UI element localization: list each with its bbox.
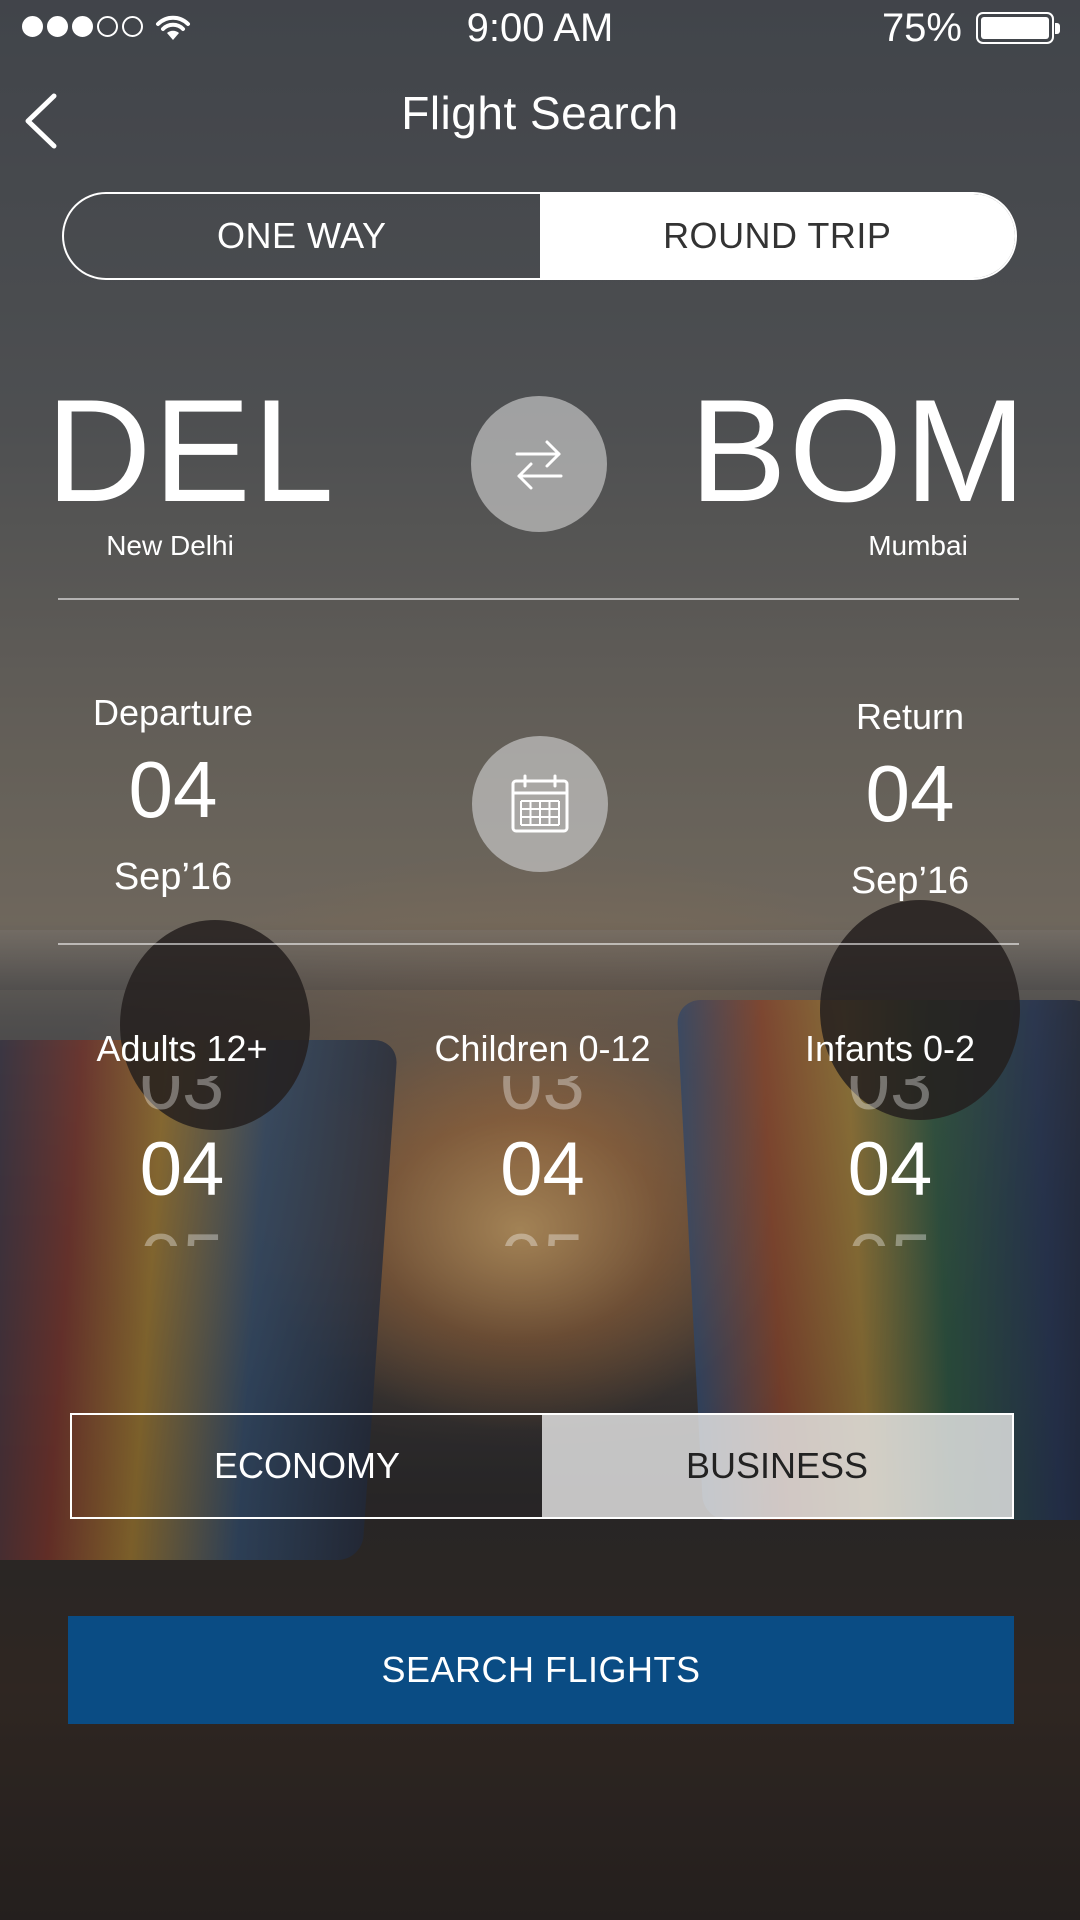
origin-airport-code[interactable]: DEL <box>46 378 336 524</box>
dates-divider <box>58 943 1019 945</box>
children-next-value: 05 <box>420 1224 665 1247</box>
battery-icon <box>976 12 1060 44</box>
route-divider <box>58 598 1019 600</box>
return-month: Sep’16 <box>850 860 970 902</box>
adults-value: 04 <box>139 1127 225 1212</box>
calendar-icon <box>511 774 569 833</box>
infants-value: 04 <box>847 1127 933 1212</box>
adults-label: Adults 12+ <box>96 1028 268 1069</box>
adults-picker[interactable]: 03 04 05 <box>72 1076 292 1246</box>
round-trip-option[interactable]: ROUND TRIP <box>539 194 1015 278</box>
departure-date[interactable]: Departure 04 Sep’16 <box>66 692 280 899</box>
search-flights-button[interactable]: SEARCH FLIGHTS <box>68 1616 1014 1724</box>
economy-option[interactable]: ECONOMY <box>72 1415 542 1517</box>
destination-airport-code[interactable]: BOM <box>689 378 1028 524</box>
return-label: Return <box>855 696 965 737</box>
one-way-option[interactable]: ONE WAY <box>64 194 540 278</box>
children-label: Children 0-12 <box>434 1028 651 1069</box>
children-prev-value: 03 <box>500 1076 585 1126</box>
origin-city: New Delhi <box>106 530 234 561</box>
page-title: Flight Search <box>401 87 679 139</box>
infants-prev-value: 03 <box>847 1076 933 1126</box>
adults-next-value: 05 <box>72 1224 292 1247</box>
destination-city: Mumbai <box>868 530 968 561</box>
cabin-class-toggle: ECONOMY BUSINESS <box>70 1413 1014 1519</box>
children-picker[interactable]: 03 04 05 <box>420 1076 665 1246</box>
return-day: 04 <box>865 749 955 838</box>
swap-airports-button[interactable] <box>471 396 607 532</box>
battery-percentage: 75% <box>881 6 962 50</box>
business-option[interactable]: BUSINESS <box>542 1415 1012 1517</box>
swap-arrows-icon <box>515 440 563 490</box>
return-date[interactable]: Return 04 Sep’16 <box>805 696 1015 903</box>
infants-selector: Infants 0-2 03 04 05 <box>780 1028 1000 1246</box>
adults-selector: Adults 12+ 03 04 05 <box>72 1028 292 1246</box>
infants-next-value: 05 <box>780 1224 1000 1247</box>
infants-label: Infants 0-2 <box>804 1028 976 1069</box>
adults-prev-value: 03 <box>139 1076 225 1126</box>
status-bar: 9:00 AM 75% <box>0 0 1080 54</box>
children-selector: Children 0-12 03 04 05 <box>420 1028 665 1246</box>
trip-type-toggle: ONE WAY ROUND TRIP <box>62 192 1017 280</box>
calendar-button[interactable] <box>472 736 608 872</box>
departure-day: 04 <box>128 745 218 834</box>
infants-picker[interactable]: 03 04 05 <box>780 1076 1000 1246</box>
children-value: 04 <box>500 1127 585 1212</box>
departure-label: Departure <box>92 692 254 733</box>
departure-month: Sep’16 <box>113 856 233 898</box>
